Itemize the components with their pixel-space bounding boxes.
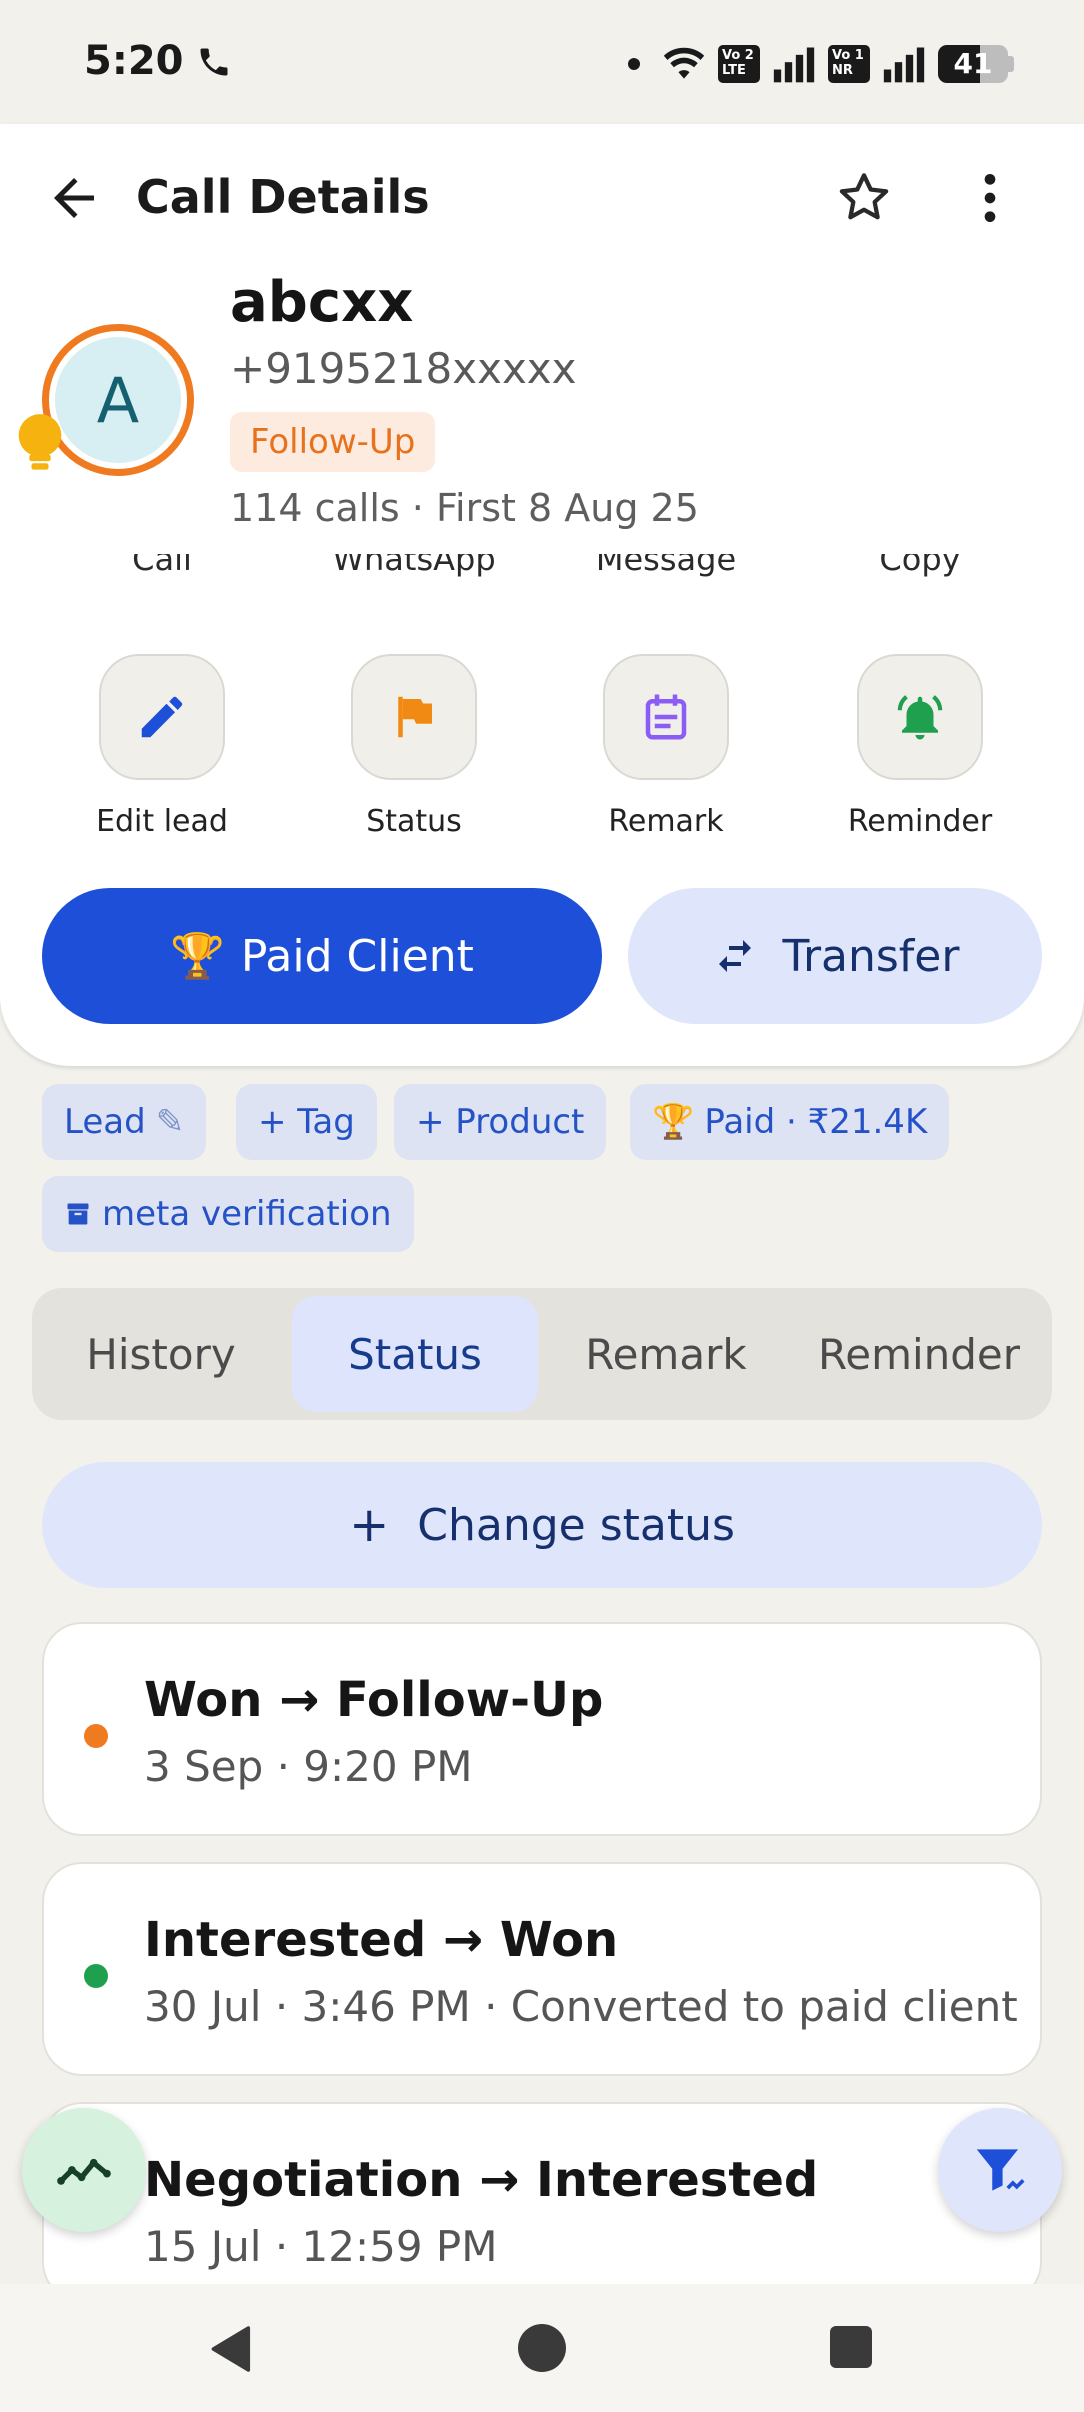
paid-amount-label: Paid · ₹21.4K [704, 1102, 928, 1142]
trophy-small-icon: 🏆 [652, 1102, 695, 1142]
paid-amount-chip[interactable]: 🏆 Paid · ₹21.4K [630, 1084, 950, 1160]
call-summary: 114 calls · First 8 Aug 25 [230, 486, 699, 530]
remark-button[interactable] [603, 654, 729, 780]
add-tag-chip[interactable]: + Tag [236, 1084, 377, 1160]
list-item[interactable]: Won → Follow-Up 3 Sep · 9:20 PM [42, 1622, 1042, 1836]
status-time: 5:20 [84, 38, 184, 84]
more-vertical-icon[interactable] [958, 166, 1022, 230]
transfer-button[interactable]: Transfer [628, 888, 1042, 1024]
add-tag-label: + Tag [258, 1102, 355, 1142]
contact-name: abcxx [230, 270, 414, 335]
sim2-icon: Vo 1 NR [828, 45, 870, 83]
reminder-button[interactable] [857, 654, 983, 780]
status-badge: Follow-Up [230, 412, 436, 472]
history-meta: 30 Jul · 3:46 PM · Converted to paid cli… [144, 1982, 1018, 2031]
tab-status[interactable]: Status [292, 1296, 538, 1412]
reminder-action[interactable]: Reminder [810, 654, 1030, 839]
copy-label[interactable]: Copy [810, 554, 1030, 578]
edit-lead-label: Edit lead [96, 804, 228, 839]
pencil-icon [141, 696, 183, 738]
history-title: Negotiation → Interested [144, 2152, 819, 2208]
swap-arrows-icon [718, 940, 751, 972]
add-product-chip[interactable]: + Product [394, 1084, 607, 1160]
history-title: Won → Follow-Up [144, 1672, 604, 1728]
whatsapp-label[interactable]: WhatsApp [304, 554, 524, 578]
change-status-button[interactable]: + Change status [42, 1462, 1042, 1588]
signal-bars-icon [773, 47, 815, 83]
note-icon [645, 694, 687, 740]
trend-line-icon [57, 2158, 111, 2185]
status-label: Status [366, 804, 462, 839]
bell-icon [897, 695, 943, 740]
call-label[interactable]: Call [52, 554, 272, 578]
back-arrow-icon[interactable] [44, 168, 104, 228]
nav-recents-icon[interactable] [830, 2326, 872, 2368]
notification-dot-icon [628, 58, 640, 70]
reminder-label: Reminder [847, 804, 993, 839]
quick-actions-peek: Call WhatsApp Message Copy [0, 554, 1084, 580]
transfer-label: Transfer [782, 930, 960, 982]
status-dot-icon [84, 1724, 108, 1748]
archive-icon [67, 1203, 89, 1225]
status-button[interactable] [351, 654, 477, 780]
analytics-fab[interactable] [22, 2108, 146, 2232]
signal-bars-2-icon [883, 47, 925, 83]
status-icons: Vo 2 LTE Vo 1 NR 41 [628, 40, 1014, 88]
status-action[interactable]: Status [304, 654, 524, 839]
edit-lead-action[interactable]: Edit lead [52, 654, 272, 839]
remark-action[interactable]: Remark [556, 654, 776, 839]
plus-icon: + [349, 1497, 390, 1553]
tab-remark[interactable]: Remark [544, 1296, 788, 1412]
change-status-label: Change status [417, 1499, 735, 1551]
message-label[interactable]: Message [556, 554, 776, 578]
nav-back-icon[interactable] [204, 2320, 260, 2378]
paid-client-label: Paid Client [240, 930, 474, 982]
phone-call-icon [200, 48, 228, 76]
list-item[interactable]: Interested → Won 30 Jul · 3:46 PM · Conv… [42, 1862, 1042, 2076]
battery-tip [1008, 56, 1014, 72]
status-bar: 5:20 Vo 2 LTE Vo 1 NR 41 [0, 0, 1084, 124]
add-product-label: + Product [416, 1102, 585, 1142]
status-dot-icon [84, 1964, 108, 1988]
tab-reminder[interactable]: Reminder [794, 1296, 1044, 1412]
battery-level: 41 [953, 47, 993, 80]
list-item[interactable]: Negotiation → Interested 15 Jul · 12:59 … [42, 2102, 1042, 2302]
history-meta: 15 Jul · 12:59 PM [144, 2222, 498, 2271]
pencil-edit-icon: ✎ [155, 1102, 185, 1142]
meta-verification-label: meta verification [102, 1194, 392, 1234]
contact-phone[interactable]: +9195218xxxxx [230, 344, 577, 393]
tab-history[interactable]: History [40, 1296, 282, 1412]
history-meta: 3 Sep · 9:20 PM [144, 1742, 473, 1791]
contact-card: Call Details A abcxx +9195218xxxxx Follo… [0, 124, 1084, 1066]
detail-tabs: History Status Remark Reminder [32, 1288, 1052, 1420]
lightbulb-icon [18, 414, 62, 470]
filter-icon [976, 2149, 1025, 2191]
avatar-initial: A [55, 337, 181, 463]
history-title: Interested → Won [144, 1912, 619, 1968]
star-icon[interactable] [832, 166, 896, 230]
filter-fab[interactable] [938, 2108, 1062, 2232]
battery-icon: 41 [938, 45, 1008, 83]
edit-lead-button[interactable] [99, 654, 225, 780]
page-title: Call Details [136, 170, 430, 224]
paid-client-button[interactable]: 🏆 Paid Client [42, 888, 602, 1024]
remark-label: Remark [608, 804, 724, 839]
meta-verification-chip[interactable]: meta verification [42, 1176, 414, 1252]
wifi-icon [663, 47, 705, 79]
trophy-icon: 🏆 [170, 931, 225, 982]
lead-chip-label: Lead [64, 1102, 146, 1142]
flag-icon [398, 696, 432, 738]
sim1-icon: Vo 2 LTE [718, 45, 760, 83]
system-nav-bar [0, 2284, 1084, 2412]
lead-chip[interactable]: Lead ✎ [42, 1084, 207, 1160]
app-bar: Call Details [0, 124, 1084, 274]
nav-home-icon[interactable] [518, 2324, 566, 2372]
